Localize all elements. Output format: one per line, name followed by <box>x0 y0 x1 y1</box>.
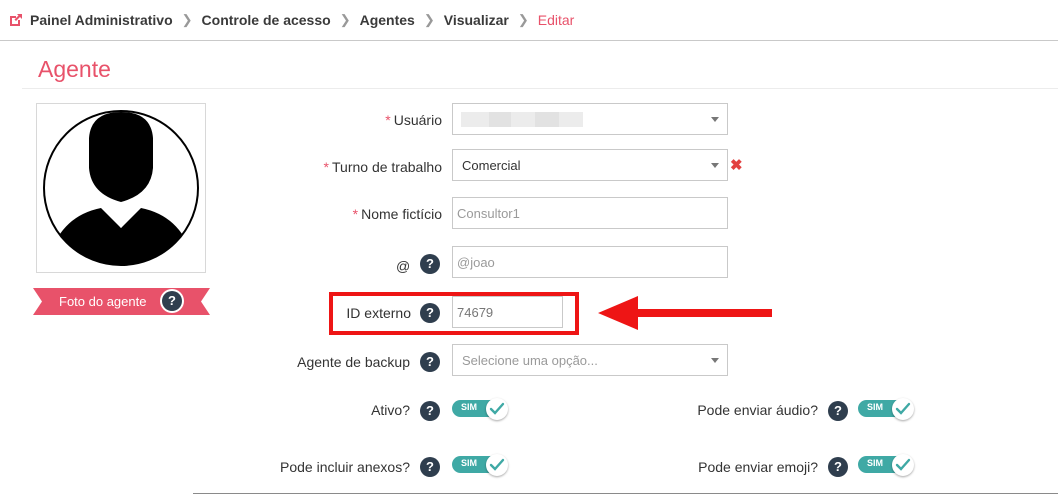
clear-icon[interactable]: ✖ <box>730 156 743 174</box>
arroba-label: @ <box>396 258 411 274</box>
redacted-value <box>535 112 559 127</box>
turno-value: Comercial <box>462 157 521 173</box>
backup-placeholder: Selecione uma opção... <box>462 352 598 368</box>
usuario-label: * Usuário <box>385 112 442 128</box>
anexos-toggle[interactable]: SIM <box>452 454 508 476</box>
agent-photo-ribbon[interactable]: Foto do agente ? <box>33 288 210 315</box>
nome-ficticio-input[interactable]: Consultor1 <box>452 197 728 229</box>
backup-label: Agente de backup <box>297 354 410 370</box>
breadcrumb-separator: ❯ <box>423 12 435 27</box>
toggle-knob <box>892 398 914 420</box>
toggle-state: SIM <box>867 402 884 412</box>
nome-placeholder: Consultor1 <box>457 205 520 221</box>
question-circle-icon[interactable]: ? <box>162 291 182 311</box>
highlight-box <box>329 292 579 335</box>
nome-label: * Nome fictício <box>352 206 442 222</box>
question-circle-icon[interactable]: ? <box>420 352 440 372</box>
question-circle-icon[interactable]: ? <box>420 254 440 274</box>
question-circle-icon[interactable]: ? <box>420 457 440 477</box>
ativo-toggle[interactable]: SIM <box>452 398 508 420</box>
agent-photo-label: Foto do agente <box>59 294 147 309</box>
redacted-value <box>559 112 583 127</box>
turno-label: * Turno de trabalho <box>323 159 442 175</box>
redacted-value <box>489 112 511 127</box>
breadcrumb-editar: Editar <box>537 12 575 28</box>
check-icon <box>895 402 911 415</box>
question-circle-icon[interactable]: ? <box>828 457 848 477</box>
avatar-placeholder-icon <box>43 110 199 266</box>
agent-photo[interactable] <box>36 103 206 273</box>
question-circle-icon[interactable]: ? <box>828 401 848 421</box>
audio-toggle[interactable]: SIM <box>858 398 914 420</box>
breadcrumb-separator: ❯ <box>517 12 529 27</box>
check-icon <box>489 402 505 415</box>
title-divider <box>22 88 1058 89</box>
breadcrumb-controle[interactable]: Controle de acesso <box>202 12 331 28</box>
left-arrow-icon <box>598 296 772 330</box>
usuario-select[interactable] <box>452 103 728 135</box>
breadcrumb-separator: ❯ <box>339 12 351 27</box>
breadcrumb-separator: ❯ <box>181 12 193 27</box>
redacted-value <box>511 112 535 127</box>
arroba-input[interactable]: @joao <box>452 246 728 278</box>
toggle-knob <box>486 398 508 420</box>
check-icon <box>895 458 911 471</box>
turno-select[interactable]: Comercial <box>452 149 728 181</box>
breadcrumb-agentes[interactable]: Agentes <box>360 12 415 28</box>
arroba-placeholder: @joao <box>457 254 495 270</box>
audio-label: Pode enviar áudio? <box>697 402 818 418</box>
breadcrumb-visualizar[interactable]: Visualizar <box>444 12 509 28</box>
toggle-state: SIM <box>461 458 478 468</box>
page-title: Agente <box>38 56 111 82</box>
backup-select[interactable]: Selecione uma opção... <box>452 344 728 376</box>
toggle-state: SIM <box>867 458 884 468</box>
emoji-toggle[interactable]: SIM <box>858 454 914 476</box>
toggle-state: SIM <box>461 402 478 412</box>
chevron-down-icon <box>711 117 719 122</box>
toggle-knob <box>892 454 914 476</box>
chevron-down-icon <box>711 358 719 363</box>
anexos-label: Pode incluir anexos? <box>280 459 410 475</box>
ativo-label: Ativo? <box>371 402 410 418</box>
question-circle-icon[interactable]: ? <box>420 401 440 421</box>
external-link-icon <box>10 14 22 26</box>
chevron-down-icon <box>711 163 719 168</box>
redacted-value <box>461 112 489 127</box>
toggle-knob <box>486 454 508 476</box>
check-icon <box>489 458 505 471</box>
emoji-label: Pode enviar emoji? <box>698 459 818 475</box>
breadcrumb: Painel Administrativo ❯ Controle de aces… <box>0 0 1058 41</box>
breadcrumb-painel[interactable]: Painel Administrativo <box>30 12 173 28</box>
section-divider <box>193 493 1058 494</box>
